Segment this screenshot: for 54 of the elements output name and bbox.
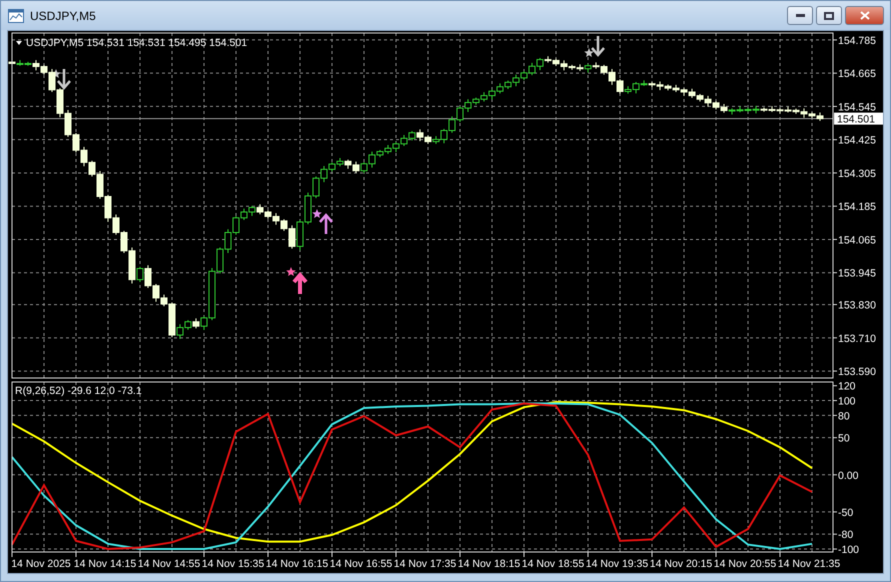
time-axis-label: 14 Nov 20:15 xyxy=(650,558,712,570)
star-icon xyxy=(312,209,322,218)
candlestick xyxy=(136,266,144,282)
price-axis-label: 154.425 xyxy=(838,134,876,147)
price-axis-label: 153.945 xyxy=(838,268,876,280)
up-arrow-icon xyxy=(292,272,308,294)
dropdown-caret-icon[interactable] xyxy=(16,41,22,45)
close-button[interactable] xyxy=(845,6,884,25)
down-arrow-icon xyxy=(57,69,71,90)
price-axis-label: 154.545 xyxy=(838,101,876,114)
indicator-axis-label: -80 xyxy=(838,529,854,542)
time-axis-label: 14 Nov 19:35 xyxy=(586,558,648,570)
time-axis-label: 14 Nov 2025 xyxy=(11,558,71,570)
time-axis-label: 14 Nov 18:55 xyxy=(522,558,584,570)
time-axis-label: 14 Nov 21:35 xyxy=(778,558,840,570)
time-axis-label: 14 Nov 14:55 xyxy=(138,558,200,570)
price-axis-label: 154.785 xyxy=(838,34,876,47)
star-icon xyxy=(286,267,296,276)
time-axis-label: 14 Nov 14:15 xyxy=(74,558,136,570)
price-axis-label: 153.710 xyxy=(838,332,876,345)
time-axis-label: 14 Nov 16:55 xyxy=(330,558,392,570)
time-axis-label: 14 Nov 18:15 xyxy=(458,558,520,570)
price-axis-label: 154.065 xyxy=(838,234,876,246)
price-axis-label: 153.590 xyxy=(838,366,876,378)
maximize-icon xyxy=(824,12,834,20)
ref-line-label: 154.501 xyxy=(837,114,876,126)
time-axis-label: 14 Nov 16:15 xyxy=(266,558,328,570)
indicator-axis-label: 80 xyxy=(838,410,850,422)
time-axis-label: 14 Nov 20:55 xyxy=(714,558,776,570)
close-icon xyxy=(860,11,870,20)
chart-window-icon xyxy=(8,8,24,22)
indicator-axis-label: -50 xyxy=(838,506,854,519)
time-axis-label: 14 Nov 17:35 xyxy=(394,558,456,570)
minimize-icon xyxy=(796,14,804,17)
indicator-axis-label: 50 xyxy=(838,432,850,445)
price-axis-label: 153.830 xyxy=(838,300,876,312)
window-title: USDJPY,M5 xyxy=(30,8,97,22)
time-axis-label: 14 Nov 15:35 xyxy=(202,558,264,570)
maximize-button[interactable] xyxy=(816,6,842,25)
down-arrow-icon xyxy=(591,36,605,57)
price-axis-label: 154.305 xyxy=(838,168,876,180)
up-arrow-icon xyxy=(319,213,333,234)
indicator-axis-label: -100 xyxy=(838,544,860,556)
indicator-axis-label: 100 xyxy=(838,396,856,408)
star-icon xyxy=(584,48,594,57)
minimize-button[interactable] xyxy=(787,6,813,25)
indicator-header: R(9,26,52) -29.6 12.0 -73.1 xyxy=(15,385,142,397)
indicator-axis-label: 0.00 xyxy=(838,470,858,482)
price-axis-label: 154.665 xyxy=(838,68,876,80)
chart-header: USDJPY,M5 154.531 154.531 154.495 154.501 xyxy=(26,37,248,49)
candlestick xyxy=(192,318,200,329)
price-axis-label: 154.185 xyxy=(838,201,876,214)
current-price-label: 154.501 xyxy=(834,112,883,126)
indicator-axis-label: 120 xyxy=(838,380,856,393)
